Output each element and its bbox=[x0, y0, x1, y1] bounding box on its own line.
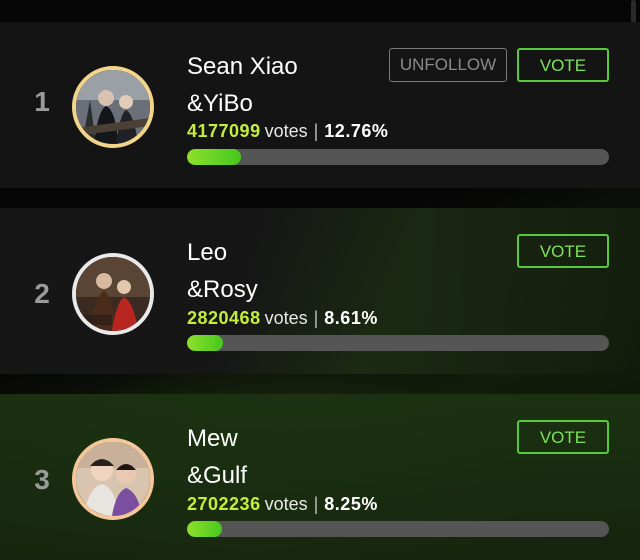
vote-percent: 12.76% bbox=[324, 121, 389, 141]
stats-separator: | bbox=[313, 494, 319, 514]
couple-name-line2: &Gulf bbox=[187, 462, 248, 489]
vote-percent: 8.25% bbox=[324, 494, 378, 514]
vote-button[interactable]: VOTE bbox=[517, 48, 609, 82]
votes-word: votes bbox=[264, 121, 308, 141]
rank-number: 1 bbox=[34, 86, 50, 117]
couple-name-line2: &YiBo bbox=[187, 90, 253, 117]
couple-avatar-icon[interactable] bbox=[72, 66, 154, 148]
vote-progress-bar bbox=[187, 149, 609, 165]
votes-word: votes bbox=[264, 494, 308, 514]
couple-avatar-icon[interactable] bbox=[72, 253, 154, 335]
ranking-row-1: 1 Sean Xiao &YiBo 4177099 votes | 12.76% UN… bbox=[0, 22, 640, 188]
vote-progress-bar bbox=[187, 335, 609, 351]
ranking-row-2: 2 Leo &Rosy 2820468 votes | 8.61% VOTE bbox=[0, 208, 640, 374]
vote-progress-fill bbox=[187, 335, 223, 351]
couple-avatar-icon[interactable] bbox=[72, 438, 154, 520]
vote-stats: 4177099 votes | 12.76% bbox=[187, 120, 388, 142]
vote-count: 2820468 bbox=[187, 308, 261, 328]
couple-name-line1: Sean Xiao bbox=[187, 53, 298, 80]
vote-count: 2702236 bbox=[187, 494, 261, 514]
unfollow-button[interactable]: UNFOLLOW bbox=[389, 48, 507, 82]
vote-progress-fill bbox=[187, 149, 241, 165]
stats-separator: | bbox=[313, 121, 319, 141]
vote-stats: 2702236 votes | 8.25% bbox=[187, 493, 378, 515]
votes-word: votes bbox=[264, 308, 308, 328]
rank-number: 3 bbox=[34, 464, 50, 495]
couple-name-line1: Mew bbox=[187, 425, 238, 452]
couple-name-line2: &Rosy bbox=[187, 276, 258, 303]
vote-stats: 2820468 votes | 8.61% bbox=[187, 307, 378, 329]
couple-name-line1: Leo bbox=[187, 239, 228, 266]
rank-number: 2 bbox=[34, 278, 50, 309]
vote-progress-fill bbox=[187, 521, 222, 537]
vote-count: 4177099 bbox=[187, 121, 261, 141]
vote-button[interactable]: VOTE bbox=[517, 234, 609, 268]
vote-progress-bar bbox=[187, 521, 609, 537]
vote-button[interactable]: VOTE bbox=[517, 420, 609, 454]
ranking-row-3: 3 Mew &Gulf 2702236 votes | 8.25% VOTE bbox=[0, 394, 640, 560]
stats-separator: | bbox=[313, 308, 319, 328]
vote-percent: 8.61% bbox=[324, 308, 378, 328]
